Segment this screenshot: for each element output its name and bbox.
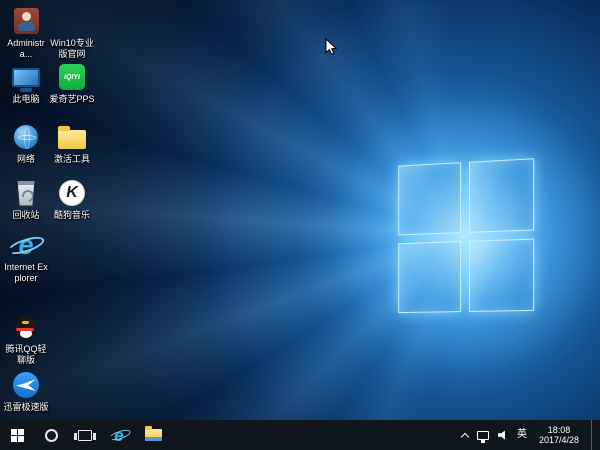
iqiyi-green-icon: iQIYI (55, 62, 89, 92)
desktop-icon-label: 网络 (3, 154, 49, 165)
iqiyi-logo-text: iQIYI (59, 64, 85, 90)
desktop-icon-internet-explorer[interactable]: e Internet Explorer (3, 230, 49, 284)
desktop-icon-this-pc[interactable]: 此电脑 (3, 62, 49, 105)
yellow-folder-icon (55, 122, 89, 152)
windows-hero-logo (398, 158, 534, 313)
flag-tile-yellow (73, 25, 85, 26)
windows10-desktop-screen: Administra... 此电脑 网络 回收站 e Internet Expl… (0, 0, 600, 450)
desktop-icon-label: 激活工具 (49, 154, 95, 165)
xunlei-bird-icon (9, 370, 43, 400)
show-desktop-button[interactable] (591, 420, 596, 450)
network-monitor-icon (477, 431, 489, 440)
hero-logo-pane (398, 162, 461, 235)
task-view-button[interactable] (68, 420, 102, 450)
network-globe-icon (9, 122, 43, 152)
tray-clock[interactable]: 18:08 2017/4/28 (536, 425, 582, 445)
desktop-icon-iqiyi[interactable]: iQIYI 爱奇艺PPS (49, 62, 95, 105)
search-circle-icon (45, 429, 58, 442)
speaker-icon (498, 430, 508, 440)
task-view-icon (78, 430, 92, 441)
system-tray: 英 18:08 2017/4/28 (456, 420, 600, 450)
desktop-icon-tencent-qq[interactable]: 腾讯QQ轻聊版 (3, 312, 49, 366)
start-button[interactable] (0, 420, 34, 450)
mouse-cursor (325, 38, 338, 57)
recycle-bin-icon (9, 178, 43, 208)
tray-network-button[interactable] (477, 420, 489, 450)
windows-start-icon (11, 429, 24, 442)
desktop-icon-recycle-bin[interactable]: 回收站 (3, 178, 49, 221)
kugou-music-icon: K (55, 178, 89, 208)
desktop-icon-win10-site[interactable]: Win10专业版官网 (49, 6, 95, 60)
administrator-user-icon (9, 6, 43, 36)
desktop-icon-administrator[interactable]: Administra... (3, 6, 49, 60)
qq-penguin-icon (9, 312, 43, 342)
cortana-search-button[interactable] (34, 420, 68, 450)
desktop-icon-label: 酷狗音乐 (49, 210, 95, 221)
desktop-icon-label: 回收站 (3, 210, 49, 221)
desktop-icon-label: 爱奇艺PPS (49, 94, 95, 105)
taskbar-file-explorer[interactable] (136, 420, 170, 450)
taskbar-internet-explorer[interactable]: e (102, 420, 136, 450)
kugou-letter: K (59, 180, 85, 206)
desktop-icon-label: Administra... (3, 38, 49, 60)
desktop-icon-kugou[interactable]: K 酷狗音乐 (49, 178, 95, 221)
desktop-icon-label: 腾讯QQ轻聊版 (3, 344, 49, 366)
qq-beak (22, 321, 29, 324)
hero-logo-pane (469, 158, 534, 233)
hero-logo-pane (469, 239, 534, 312)
internet-explorer-icon: e (9, 230, 43, 260)
hidden-icons-button[interactable] (462, 420, 468, 450)
hero-logo-pane (398, 241, 461, 313)
tray-volume-button[interactable] (498, 420, 508, 450)
desktop-icon-label: Internet Explorer (3, 262, 49, 284)
chevron-up-icon (461, 432, 469, 440)
computer-monitor-icon (9, 62, 43, 92)
ime-language-button[interactable]: 英 (517, 420, 527, 450)
desktop-icon-activation-tools[interactable]: 激活工具 (49, 122, 95, 165)
flag-tile-blue (59, 26, 71, 27)
flag-tile-red (59, 12, 71, 13)
desktop-icon-xunlei[interactable]: 迅雷极速版 (3, 370, 49, 413)
clock-time: 18:08 (548, 425, 571, 435)
qq-scarf (16, 328, 34, 331)
desktop-icon-label: Win10专业版官网 (49, 38, 95, 60)
file-explorer-icon (145, 429, 162, 441)
desktop-icon-label: 迅雷极速版 (3, 402, 49, 413)
windows-colored-flag-icon (55, 5, 89, 37)
taskbar: e 英 18:08 2017/4/28 (0, 420, 600, 450)
desktop-icon-network[interactable]: 网络 (3, 122, 49, 165)
desktop-wallpaper[interactable]: Administra... 此电脑 网络 回收站 e Internet Expl… (0, 0, 600, 420)
desktop-icon-label: 此电脑 (3, 94, 49, 105)
clock-date: 2017/4/28 (539, 435, 579, 445)
flag-tile-green (73, 11, 85, 12)
